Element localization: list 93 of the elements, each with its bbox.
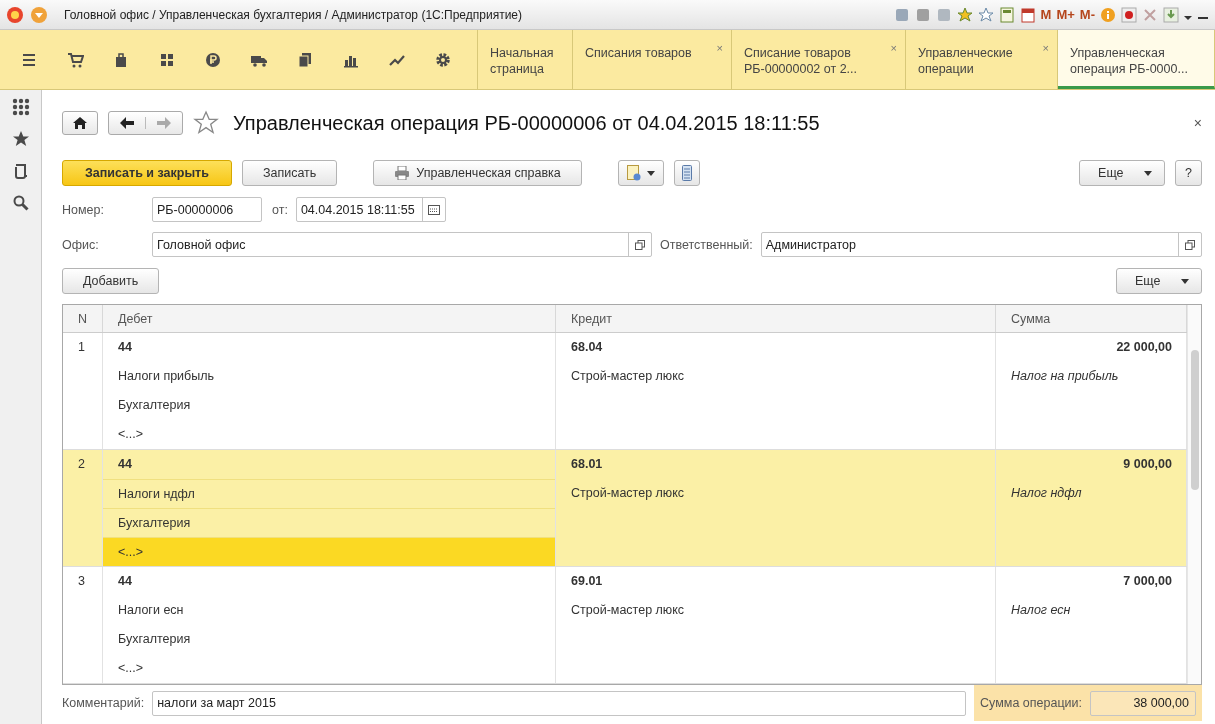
close-tab-button[interactable]: × [890,40,897,56]
table-cell[interactable]: <...> [103,537,555,566]
calendar-icon[interactable] [1019,6,1036,23]
table-cell[interactable]: Налог есн [996,596,1186,625]
field-label: Комментарий: [62,696,145,710]
close-button[interactable]: × [1193,115,1202,131]
caret-icon [1181,278,1189,284]
list-button[interactable] [673,160,700,186]
app-logo-icon[interactable] [6,5,24,24]
open-icon[interactable] [635,239,645,250]
home-button[interactable] [62,111,98,135]
responsible-field[interactable]: Администратор [760,232,1202,257]
comment-field[interactable]: налоги за март 2015 [152,690,967,716]
printer-icon [394,166,411,180]
memory-button[interactable]: M [1040,7,1052,22]
table-cell[interactable]: Налог ндфл [996,479,1186,508]
table-cell[interactable]: 22 000,00 [996,333,1186,362]
table-cell[interactable]: 68.04 [556,333,995,362]
list-icon [681,165,692,181]
tab[interactable]: Списание товаров РБ-00000002 от 2... × [732,30,906,89]
table-cell[interactable]: 68.01 [556,450,995,479]
memory-button[interactable]: M- [1079,7,1095,22]
more-button[interactable]: Еще [1079,160,1166,186]
table-cell[interactable]: Налоги есн [103,596,555,625]
table-cell[interactable]: <...> [103,654,555,683]
ruble-coin-icon[interactable] [204,50,222,69]
field-label: Ответственный: [660,237,753,252]
table-cell[interactable]: 44 [103,450,555,479]
field-label: Номер: [62,202,105,217]
table-row[interactable]: 3 44 Налоги есн Бухгалтерия <...> 69.01 Строй-мастер люкс 7 000,00 Налог есн [63,567,1187,684]
table-cell[interactable]: Налоги прибыль [103,362,555,391]
arrow-left-icon [120,117,134,129]
download-icon[interactable] [1163,6,1179,23]
column-header[interactable]: Кредит [556,305,996,332]
save-close-button[interactable]: Записать и закрыть [62,160,232,186]
caret-icon [646,170,655,176]
table-cell[interactable]: Бухгалтерия [103,391,555,420]
apps-grid-icon[interactable] [11,98,30,116]
open-icon[interactable] [1185,239,1195,250]
table-row[interactable]: 2 44 Налоги ндфл Бухгалтерия <...> 68.01 Строй-мастер люкс 9 000,00 Налог ндфл [63,450,1187,567]
more-button[interactable]: Еще [1116,268,1202,294]
tab[interactable]: Управленческая операция РБ-0000... [1058,30,1215,89]
save-button[interactable]: Записать [241,160,338,186]
column-header[interactable]: Дебет [103,305,556,332]
table-cell[interactable]: 69.01 [556,567,995,596]
form-title: Управленческая операция РБ-00000006 от 04.04.2015 18:11:55 [233,111,821,135]
table-cell[interactable]: 44 [103,567,555,596]
number-field[interactable]: РБ-00000006 [152,197,262,222]
field-label: Сумма операции: [980,696,1082,710]
documents-icon[interactable] [296,50,314,69]
window-title: Головной офис / Управленческая бухгалтерия / Администратор (1С:Предприятие) [64,7,523,22]
scrollbar[interactable] [1187,305,1201,684]
home-icon [73,117,87,129]
cart-icon[interactable] [66,50,84,69]
column-header[interactable]: N [63,305,103,332]
close-tab-button[interactable]: × [716,40,723,56]
tab[interactable]: Списания товаров × [573,30,732,89]
arrow-right-icon [157,117,171,129]
table-cell[interactable]: Строй-мастер люкс [556,362,995,391]
table-cell[interactable]: <...> [103,420,555,449]
total-field: 38 000,00 [1090,690,1196,716]
table-cell-text: 1 [77,339,86,356]
table-cell[interactable]: Бухгалтерия [103,625,555,654]
add-button[interactable]: Добавить [62,268,160,294]
table-cell-text: 2 [77,456,86,473]
field-label: Офис: [62,237,100,252]
date-field[interactable]: 04.04.2015 18:11:55 [295,197,446,222]
caret-icon [1144,170,1153,176]
table-cell[interactable]: 9 000,00 [996,450,1186,479]
help-button[interactable]: ? [1175,160,1202,186]
calculator-icon[interactable] [998,6,1015,23]
close-tab-button[interactable]: × [1042,40,1049,56]
table-cell[interactable]: 7 000,00 [996,567,1186,596]
office-field[interactable]: Головной офис [152,232,652,257]
star-icon[interactable] [977,6,994,23]
attachments-button[interactable] [617,160,664,186]
table-cell[interactable]: Налог на прибыль [996,362,1186,391]
table-cell[interactable]: Строй-мастер люкс [556,479,995,508]
tab[interactable]: Начальная страница [478,30,573,89]
calendar-icon[interactable] [427,204,440,215]
field-label: от: [272,202,288,217]
table-cell[interactable]: 44 [103,333,555,362]
record-icon[interactable] [1121,6,1137,23]
memory-button[interactable]: M+ [1056,7,1075,22]
star-icon[interactable] [11,130,30,148]
gear-icon[interactable] [434,50,452,69]
star-icon[interactable] [193,110,219,136]
table-cell[interactable]: Строй-мастер люкс [556,596,995,625]
table-cell-text: 3 [77,573,86,590]
search-icon[interactable] [11,194,30,212]
table-cell[interactable]: Налоги ндфл [103,479,555,508]
report-button[interactable]: Управленческая справка [373,160,582,186]
star-add-icon[interactable] [956,6,973,23]
